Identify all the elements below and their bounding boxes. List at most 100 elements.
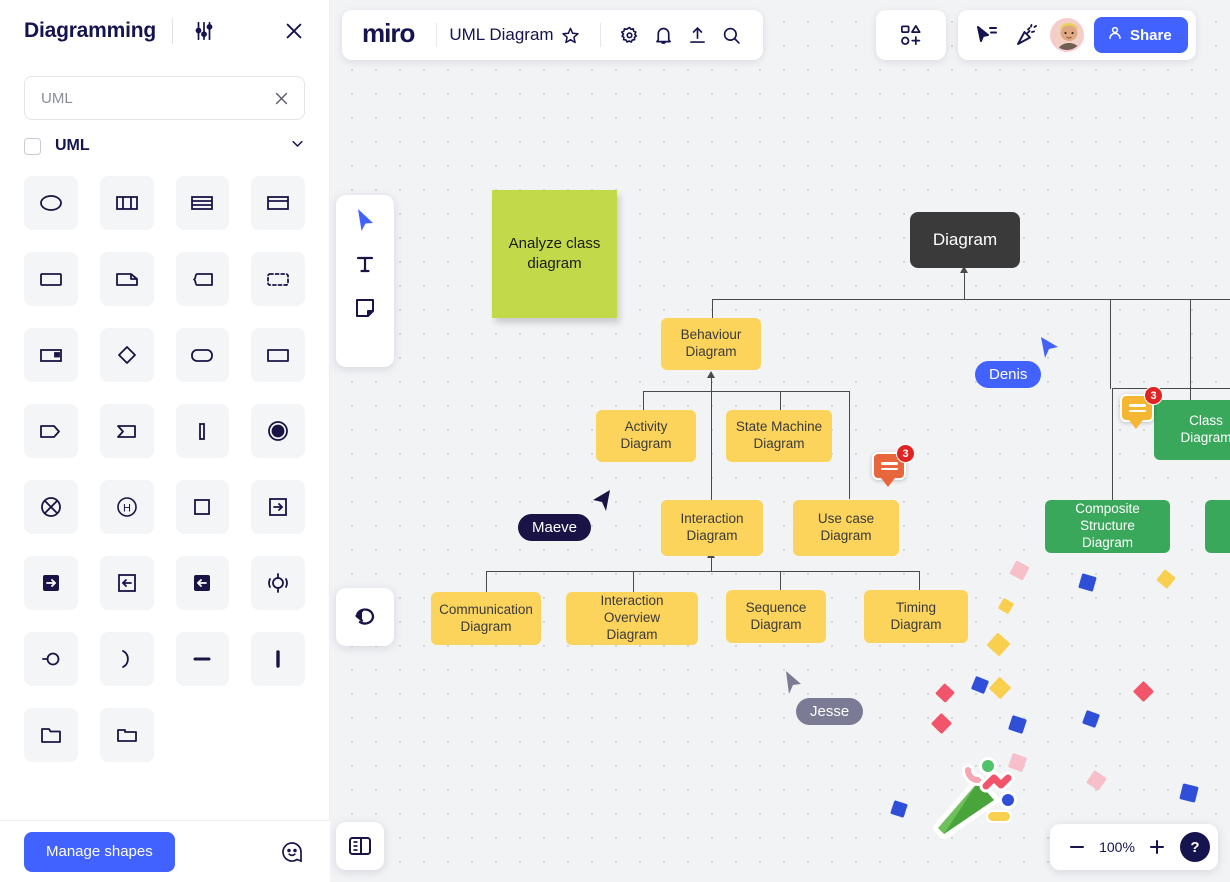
partition-shape[interactable] — [24, 328, 78, 382]
line-vertical-shape[interactable] — [251, 632, 305, 686]
tag-shape[interactable] — [24, 404, 78, 458]
clear-icon[interactable] — [270, 87, 292, 109]
connector-arrow — [707, 371, 715, 378]
sliders-icon[interactable] — [189, 16, 219, 46]
confetti-piece — [970, 675, 990, 695]
person-icon — [1107, 25, 1123, 45]
confetti-piece — [1008, 715, 1027, 734]
canvas-toolbar — [336, 195, 394, 367]
upload-icon[interactable] — [681, 18, 715, 52]
send-signal-shape[interactable] — [251, 480, 305, 534]
miro-logo[interactable]: miro — [356, 18, 424, 53]
sticky-note[interactable]: Analyze class diagram — [492, 190, 617, 318]
manage-shapes-button[interactable]: Manage shapes — [24, 831, 175, 872]
share-button[interactable]: Share — [1094, 17, 1188, 53]
apps-grid-icon[interactable] — [894, 18, 928, 52]
undo-icon[interactable] — [336, 588, 394, 646]
note-shape[interactable] — [99, 252, 154, 306]
miro-board-app: Diagramming UML UML H Manage shapes Anal… — [0, 0, 1230, 882]
panel-header: Diagramming — [0, 0, 329, 62]
comment-marker-class[interactable]: 3 — [1120, 386, 1163, 429]
comment-count-badge: 3 — [1144, 386, 1163, 405]
node-state-machine-diagram[interactable]: State Machine Diagram — [726, 410, 832, 462]
search-box[interactable] — [24, 76, 305, 120]
connector — [849, 391, 851, 499]
cursor-chat-icon[interactable] — [970, 18, 1004, 52]
confetti-piece — [935, 683, 955, 703]
flag-shape[interactable] — [99, 404, 154, 458]
line-horizontal-shape[interactable] — [175, 632, 230, 686]
terminate-shape[interactable] — [24, 480, 78, 534]
swimlane-vertical-shape[interactable] — [99, 176, 154, 230]
end-state-shape[interactable] — [251, 404, 305, 458]
diamond-shape[interactable] — [99, 328, 154, 382]
panel-title: Diagramming — [24, 19, 156, 42]
node-green-offscreen[interactable] — [1205, 500, 1230, 553]
node-activity-diagram[interactable]: Activity Diagram — [596, 410, 696, 462]
board-title[interactable]: UML Diagram — [449, 25, 553, 45]
plus-icon[interactable] — [1142, 832, 1172, 862]
history-state-shape[interactable]: H — [99, 480, 154, 534]
minus-icon[interactable] — [1062, 832, 1092, 862]
text-icon[interactable] — [347, 249, 383, 279]
rectangle-shape[interactable] — [24, 252, 78, 306]
sidebar-panel-icon[interactable] — [336, 822, 384, 870]
zoom-controls: 100% ? — [1050, 824, 1218, 870]
square-shape[interactable] — [175, 480, 230, 534]
help-button[interactable]: ? — [1180, 832, 1210, 862]
node-communication-diagram[interactable]: Communication Diagram — [431, 592, 541, 645]
cursor-maeve — [591, 489, 613, 518]
receive-signal-shape[interactable] — [99, 556, 154, 610]
search-input[interactable] — [41, 89, 270, 107]
bar-vertical-shape[interactable] — [175, 404, 230, 458]
node-interaction-diagram[interactable]: Interaction Diagram — [661, 500, 763, 556]
node-composite-structure-diagram[interactable]: Composite Structure Diagram — [1045, 500, 1170, 553]
avatar[interactable] — [1050, 18, 1084, 52]
node-behaviour-diagram[interactable]: Behaviour Diagram — [661, 318, 761, 370]
node-class-diagram[interactable]: Class Diagram — [1154, 400, 1230, 460]
star-icon[interactable] — [554, 18, 588, 52]
zoom-level: 100% — [1099, 839, 1135, 855]
gear-icon[interactable] — [613, 18, 647, 52]
confetti-piece — [1078, 573, 1097, 592]
node-interaction-overview-diagram[interactable]: Interaction Overview Diagram — [566, 592, 698, 645]
search-icon[interactable] — [715, 18, 749, 52]
ellipse-shape[interactable] — [24, 176, 78, 230]
collaboration-bar: Share — [958, 10, 1196, 60]
package-shape[interactable] — [99, 708, 154, 762]
folded-corner-shape[interactable] — [251, 328, 305, 382]
node-use-case-diagram[interactable]: Use case Diagram — [793, 500, 899, 556]
party-popper-icon[interactable] — [1010, 18, 1044, 52]
constraint-shape[interactable] — [175, 252, 230, 306]
cursor-label-denis: Denis — [975, 361, 1042, 388]
rounded-rectangle-shape[interactable] — [175, 328, 230, 382]
shape-group-uml[interactable]: UML — [0, 120, 329, 160]
object-header-shape[interactable] — [251, 176, 305, 230]
connector — [1112, 388, 1230, 390]
circle-port-shape[interactable] — [24, 632, 78, 686]
folder-shape[interactable] — [24, 708, 78, 762]
board-canvas[interactable]: Analyze class diagram Diagram Behaviour Di… — [330, 0, 1230, 882]
node-diagram[interactable]: Diagram — [910, 212, 1020, 268]
input-pin-shape[interactable] — [175, 556, 230, 610]
node-timing-diagram[interactable]: Timing Diagram — [864, 590, 968, 643]
class-table-shape[interactable] — [175, 176, 230, 230]
confetti-piece — [890, 800, 908, 818]
smiley-icon[interactable] — [278, 838, 306, 866]
confetti-piece — [988, 676, 1012, 700]
node-sequence-diagram[interactable]: Sequence Diagram — [726, 590, 826, 643]
junction-shape[interactable] — [251, 556, 305, 610]
cursor-icon[interactable] — [347, 205, 383, 235]
connector — [780, 391, 782, 411]
sticky-note-icon[interactable] — [347, 293, 383, 323]
comment-marker-interaction[interactable]: 3 — [872, 444, 915, 487]
half-circle-shape[interactable] — [99, 632, 154, 686]
receive-signal-filled-shape[interactable] — [24, 556, 78, 610]
bell-icon[interactable] — [647, 18, 681, 52]
group-checkbox[interactable] — [24, 137, 41, 155]
frame-dashed-shape[interactable] — [251, 252, 305, 306]
close-icon[interactable] — [279, 16, 309, 46]
confetti-piece — [1179, 783, 1199, 803]
chevron-down-icon[interactable] — [290, 136, 305, 156]
connector — [1190, 388, 1192, 400]
